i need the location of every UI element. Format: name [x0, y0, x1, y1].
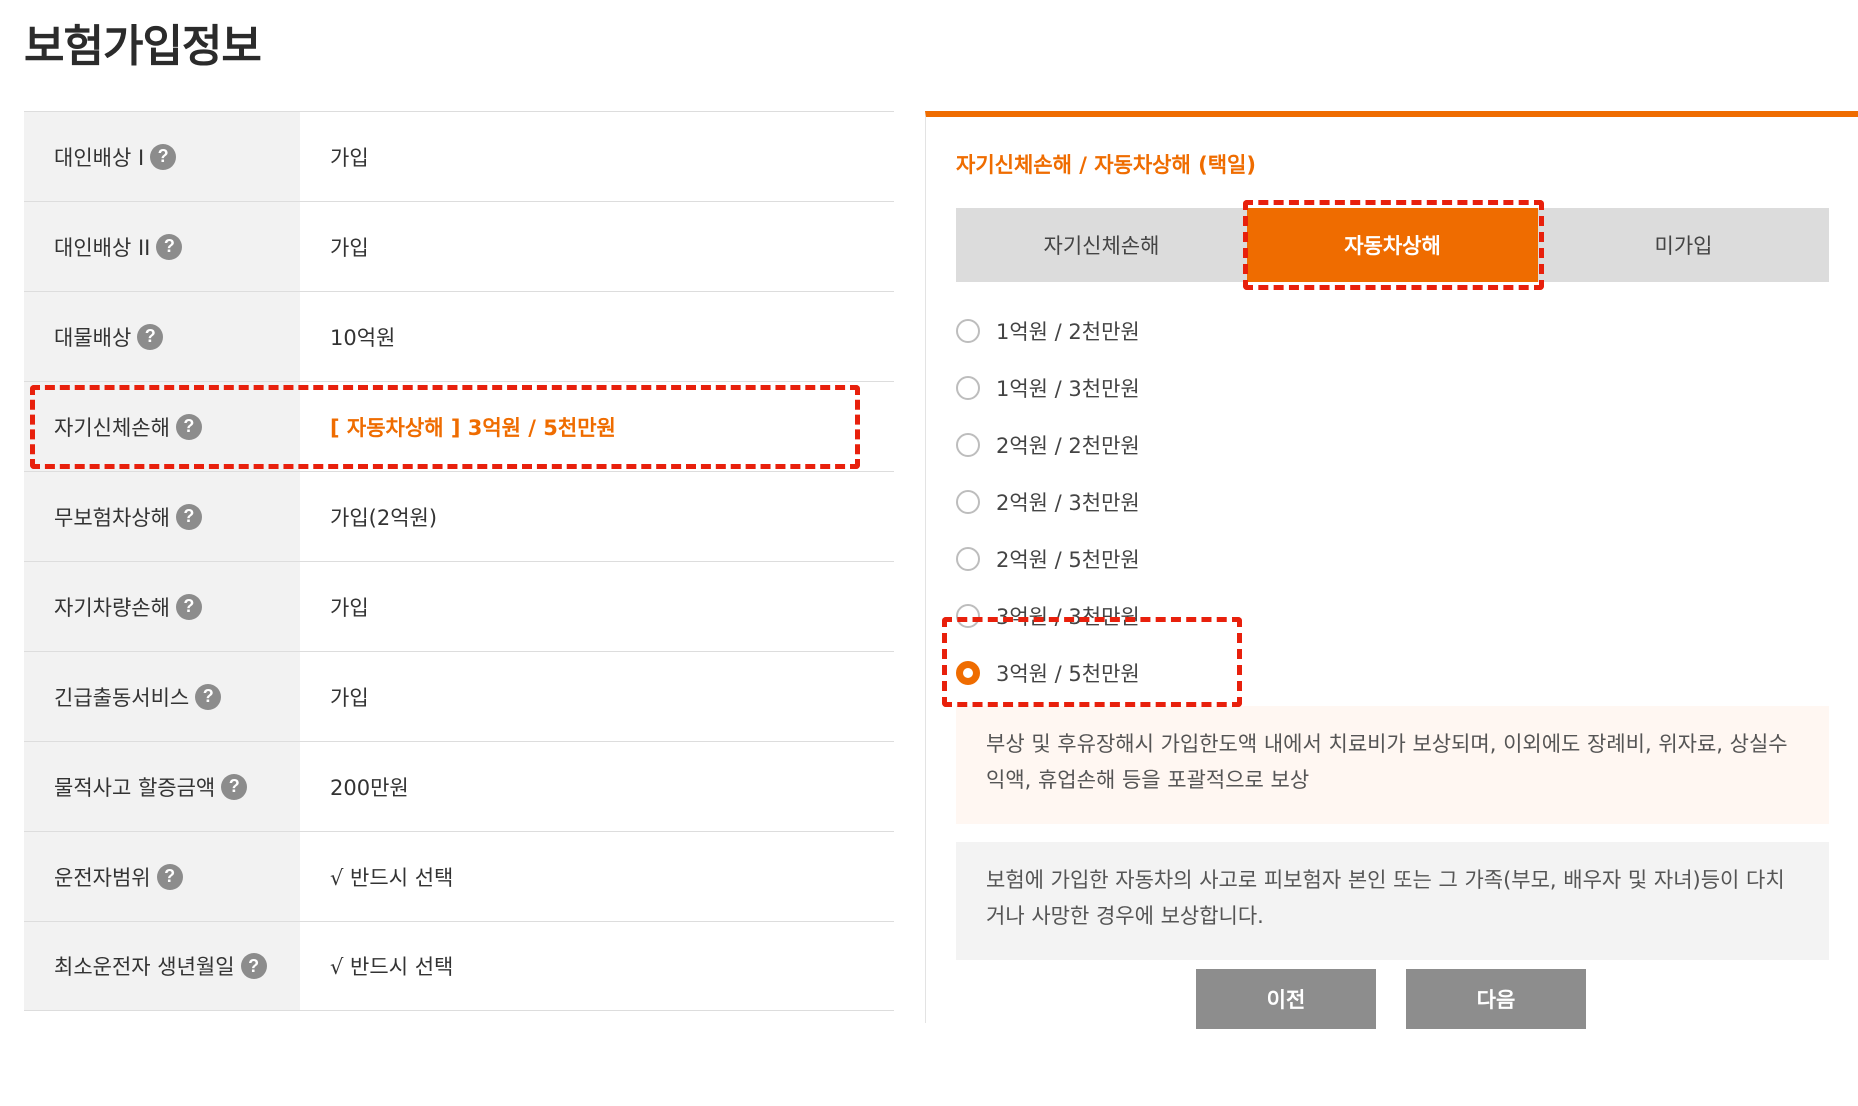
prev-button[interactable]: 이전 [1196, 969, 1376, 1029]
tab-not-enrolled[interactable]: 미가입 [1538, 208, 1829, 282]
help-icon[interactable]: ? [175, 413, 202, 440]
help-icon[interactable]: ? [156, 863, 183, 890]
info-label: 대물배상? [24, 292, 300, 381]
next-button[interactable]: 다음 [1406, 969, 1586, 1029]
info-label: 자기신체손해? [24, 382, 300, 471]
option-label: 2억원 / 2천만원 [996, 433, 1140, 458]
info-label-text: 대물배상 [54, 325, 132, 350]
option-item[interactable]: 1억원 / 2천만원 [956, 302, 1556, 359]
radio-button[interactable] [956, 375, 980, 400]
info-row-bodily-injury-1: 대인배상 I? 가입 [24, 111, 894, 201]
help-icon[interactable]: ? [195, 683, 222, 710]
info-value: 200만원 [330, 775, 409, 800]
info-row-self-injury[interactable]: 자기신체손해? [ 자동차상해 ] 3억원 / 5천만원 [24, 381, 894, 471]
help-icon[interactable]: ? [175, 593, 202, 620]
info-label: 최소운전자 생년월일? [24, 922, 300, 1010]
info-value: √ 반드시 선택 [330, 955, 454, 979]
radio-button[interactable] [956, 432, 980, 457]
info-row-own-vehicle-damage: 자기차량손해? 가입 [24, 561, 894, 651]
info-label: 물적사고 할증금액? [24, 742, 300, 831]
option-label: 1억원 / 2천만원 [996, 319, 1140, 344]
help-icon[interactable]: ? [150, 143, 177, 170]
help-icon[interactable]: ? [221, 773, 248, 800]
help-icon[interactable]: ? [137, 323, 164, 350]
option-label: 2억원 / 5천만원 [996, 547, 1140, 572]
info-label-text: 최소운전자 생년월일 [54, 955, 235, 979]
info-label-text: 자기신체손해 [54, 415, 170, 440]
info-row-emergency-service: 긴급출동서비스? 가입 [24, 651, 894, 741]
help-icon[interactable]: ? [156, 233, 183, 260]
panel-title: 자기신체손해 / 자동차상해 (택일) [956, 153, 1256, 177]
help-icon[interactable]: ? [240, 953, 267, 979]
option-label: 2억원 / 3천만원 [996, 490, 1140, 515]
radio-button[interactable] [956, 318, 980, 343]
info-row-property-damage: 대물배상? 10억원 [24, 291, 894, 381]
radio-button[interactable] [956, 489, 980, 514]
info-label: 긴급출동서비스? [24, 652, 300, 741]
info-row-uninsured-vehicle: 무보험차상해? 가입(2억원) [24, 471, 894, 561]
coverage-tabs: 자기신체손해 자동차상해 미가입 [956, 200, 1829, 290]
info-label: 대인배상 I? [24, 112, 300, 201]
info-value: 가입(2억원) [330, 505, 438, 530]
info-row-surcharge-amount: 물적사고 할증금액? 200만원 [24, 741, 894, 831]
option-label: 3억원 / 3천만원 [996, 604, 1140, 629]
coverage-panel: 자기신체손해 / 자동차상해 (택일) 자기신체손해 자동차상해 미가입 1억원… [925, 111, 1858, 1029]
info-value: 가입 [330, 685, 369, 710]
info-row-driver-range[interactable]: 운전자범위? √ 반드시 선택 [24, 831, 894, 921]
insurance-info-table: 대인배상 I? 가입 대인배상 II? 가입 대물배상? 10억원 자기신체손해… [24, 111, 894, 1011]
info-value: 가입 [330, 595, 369, 620]
tab-auto-injury[interactable]: 자동차상해 [1243, 200, 1544, 290]
coverage-options: 1억원 / 2천만원 1억원 / 3천만원 2억원 / 2천만원 2억원 / 3… [956, 302, 1556, 701]
info-label: 운전자범위? [24, 832, 300, 921]
info-value: 가입 [330, 235, 369, 260]
info-label-text: 무보험차상해 [54, 505, 170, 530]
coverage-notice: 보험에 가입한 자동차의 사고로 피보험자 본인 또는 그 가족(부모, 배우자… [956, 842, 1829, 960]
info-label-text: 자기차량손해 [54, 595, 170, 620]
option-label: 3억원 / 5천만원 [996, 661, 1140, 686]
option-item[interactable]: 3억원 / 3천만원 [956, 587, 1556, 644]
info-label-text: 대인배상 I [54, 145, 145, 170]
info-label-text: 물적사고 할증금액 [54, 775, 216, 800]
radio-button-checked[interactable] [956, 660, 980, 685]
tab-self-injury[interactable]: 자기신체손해 [956, 208, 1247, 282]
radio-button[interactable] [956, 603, 980, 628]
info-label-text: 운전자범위 [54, 865, 151, 890]
info-row-bodily-injury-2: 대인배상 II? 가입 [24, 201, 894, 291]
info-label-text: 긴급출동서비스 [54, 685, 190, 710]
info-label: 자기차량손해? [24, 562, 300, 651]
option-item-selected[interactable]: 3억원 / 5천만원 [956, 644, 1556, 701]
option-label: 1억원 / 3천만원 [996, 376, 1140, 401]
info-value: 가입 [330, 145, 369, 170]
info-value: 10억원 [330, 325, 396, 350]
info-label-text: 대인배상 II [54, 235, 151, 260]
option-item[interactable]: 2억원 / 5천만원 [956, 530, 1556, 587]
option-item[interactable]: 2억원 / 3천만원 [956, 473, 1556, 530]
info-value: √ 반드시 선택 [330, 865, 454, 890]
option-item[interactable]: 1억원 / 3천만원 [956, 359, 1556, 416]
help-icon[interactable]: ? [175, 503, 202, 530]
coverage-description: 부상 및 후유장해시 가입한도액 내에서 치료비가 보상되며, 이외에도 장례비… [956, 706, 1829, 824]
info-label: 대인배상 II? [24, 202, 300, 291]
option-item[interactable]: 2억원 / 2천만원 [956, 416, 1556, 473]
info-row-min-driver-birthdate[interactable]: 최소운전자 생년월일? √ 반드시 선택 [24, 921, 894, 1011]
page-title: 보험가입정보 [24, 21, 262, 72]
info-value-selected-coverage: [ 자동차상해 ] 3억원 / 5천만원 [330, 415, 616, 440]
info-label: 무보험차상해? [24, 472, 300, 561]
radio-button[interactable] [956, 546, 980, 571]
